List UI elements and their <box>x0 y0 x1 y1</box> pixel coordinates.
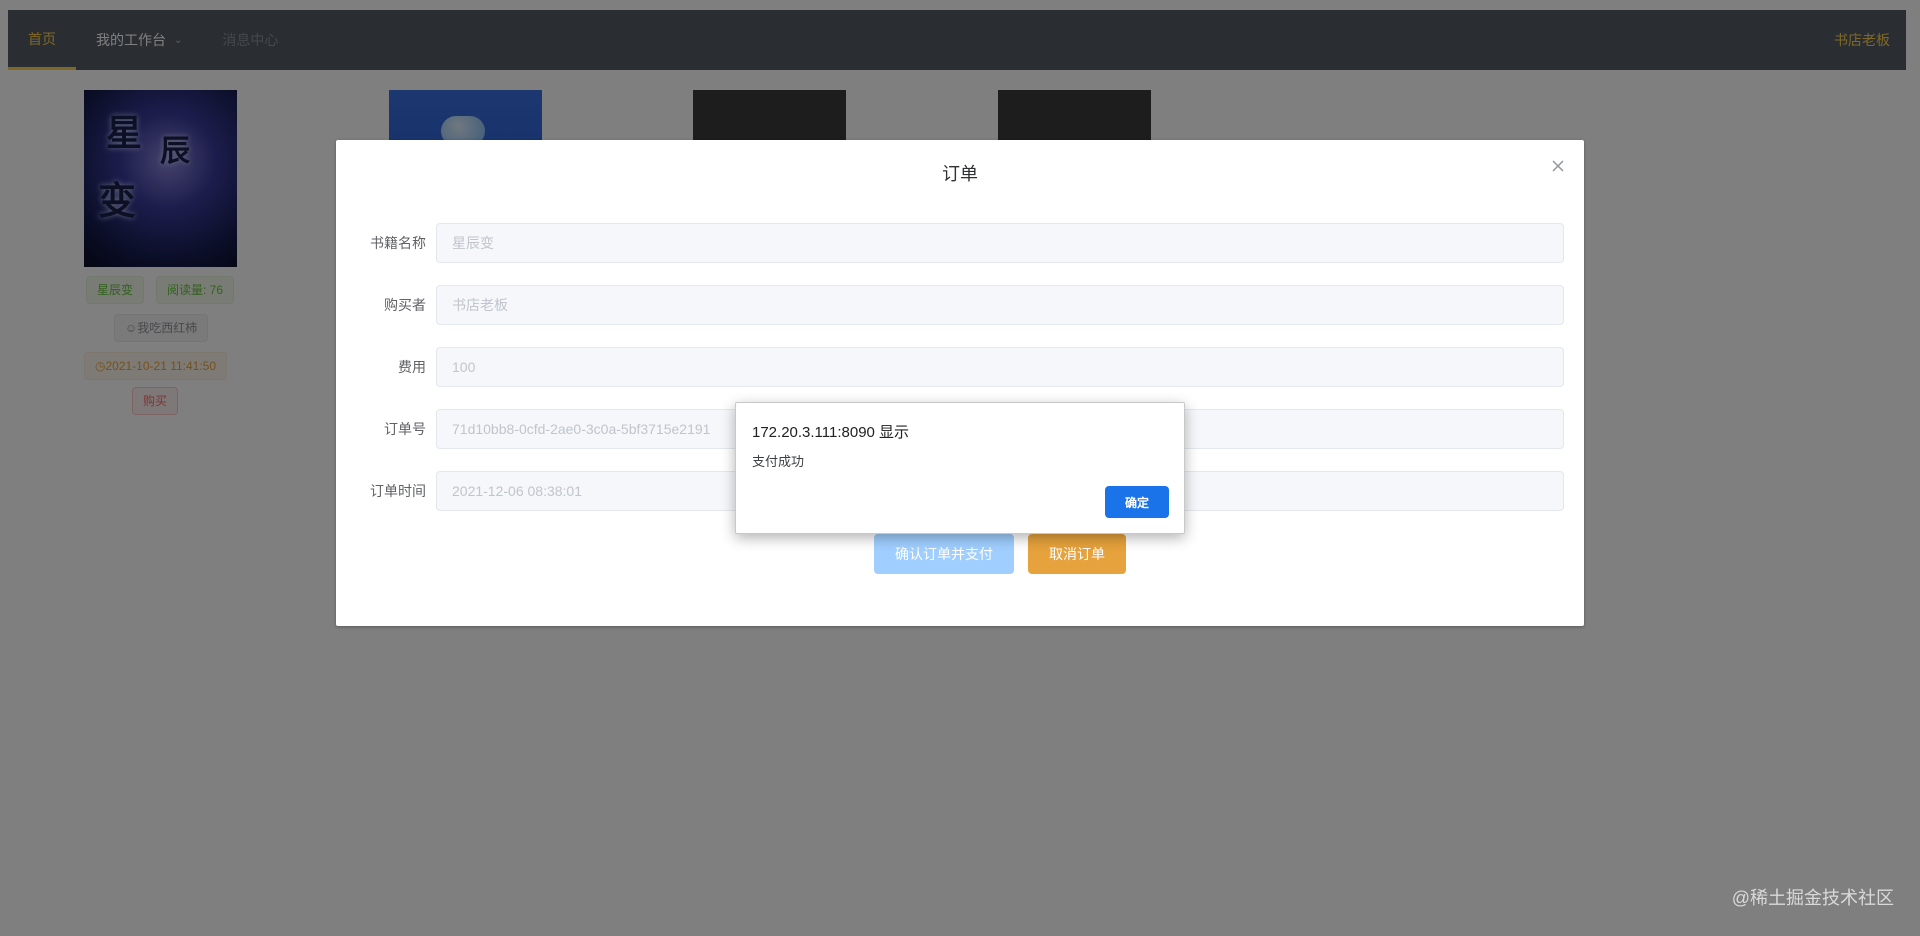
alert-message: 支付成功 <box>752 454 805 469</box>
order-id-label: 订单号 <box>384 421 426 437</box>
book-name-input[interactable] <box>436 223 1564 263</box>
order-dialog: 订单 书籍名称 购买者 费用 订单号 订单时间 确认订单并支付 取消订单 <box>336 140 1584 626</box>
form-row-price: 费用 <box>336 347 1584 387</box>
page: 首页 我的工作台 ⌄ 消息中心 书店老板 星 辰 变 星辰变 阅读量: 76 ☺… <box>0 0 1920 936</box>
price-label: 费用 <box>398 359 426 375</box>
order-time-label: 订单时间 <box>370 483 426 499</box>
form-row-buyer: 购买者 <box>336 285 1584 325</box>
alert-ok-button[interactable]: 确定 <box>1105 486 1169 518</box>
browser-alert: 172.20.3.111:8090 显示 支付成功 确定 <box>735 402 1185 534</box>
form-row-book-name: 书籍名称 <box>336 223 1584 263</box>
watermark: @稀土掘金技术社区 <box>1731 888 1894 908</box>
dialog-title: 订单 <box>942 164 978 184</box>
buyer-input[interactable] <box>436 285 1564 325</box>
alert-title: 172.20.3.111:8090 显示 <box>752 424 910 441</box>
confirm-pay-button[interactable]: 确认订单并支付 <box>874 534 1014 574</box>
cancel-order-button[interactable]: 取消订单 <box>1028 534 1126 574</box>
book-name-label: 书籍名称 <box>370 235 426 251</box>
price-input[interactable] <box>436 347 1564 387</box>
buyer-label: 购买者 <box>384 297 426 313</box>
close-icon[interactable] <box>1550 158 1566 174</box>
